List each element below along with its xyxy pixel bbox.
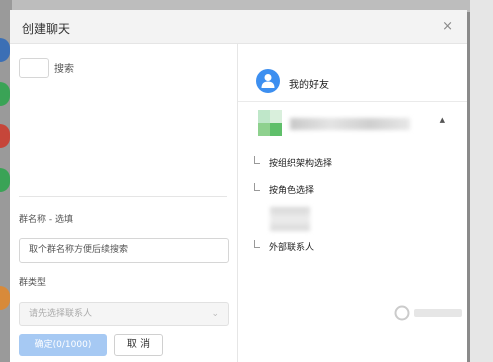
divider: [19, 196, 227, 197]
tree-branch-icon: [254, 240, 260, 248]
cancel-button[interactable]: 取 消: [114, 334, 163, 356]
tree-branch-icon: [254, 183, 260, 191]
organization-name-redacted: [290, 118, 410, 130]
left-pane: 搜索 群名称 - 选填 取个群名称方便后续搜索 群类型 请先选择联系人 ⌄ 确定…: [10, 44, 237, 362]
dialog-header: 创建聊天 ×: [10, 10, 467, 44]
group-type-select[interactable]: 请先选择联系人 ⌄: [19, 302, 229, 326]
redacted-item: [270, 207, 310, 231]
search-label: 搜索: [54, 64, 74, 75]
caret-up-icon[interactable]: ▲: [440, 116, 445, 124]
organization-logo: [258, 110, 282, 136]
search-input[interactable]: [19, 58, 49, 78]
user-icon: [256, 69, 280, 93]
background-right-panel: [470, 0, 493, 362]
dialog-title: 创建聊天: [22, 22, 71, 36]
watermark-logo: [394, 305, 466, 321]
tree-item-label: 外部联系人: [269, 243, 315, 253]
my-friends-label: 我的好友: [289, 80, 329, 91]
group-name-placeholder: 取个群名称方便后续搜索: [29, 245, 129, 255]
group-name-label: 群名称 - 选填: [19, 215, 73, 225]
close-icon[interactable]: ×: [442, 19, 453, 34]
tree-item-label: 按组织架构选择: [269, 159, 333, 169]
tree-branch-icon: [254, 156, 260, 164]
tree-item-label: 按角色选择: [269, 186, 315, 196]
group-type-placeholder: 请先选择联系人: [29, 309, 93, 319]
organization-item[interactable]: ▲: [238, 105, 467, 143]
confirm-button[interactable]: 确定(0/1000): [19, 334, 107, 356]
group-name-field[interactable]: 取个群名称方便后续搜索: [19, 238, 229, 263]
chevron-down-icon: ⌄: [211, 309, 219, 319]
group-type-label: 群类型: [19, 278, 47, 288]
my-friends-item[interactable]: 我的好友: [238, 56, 467, 102]
